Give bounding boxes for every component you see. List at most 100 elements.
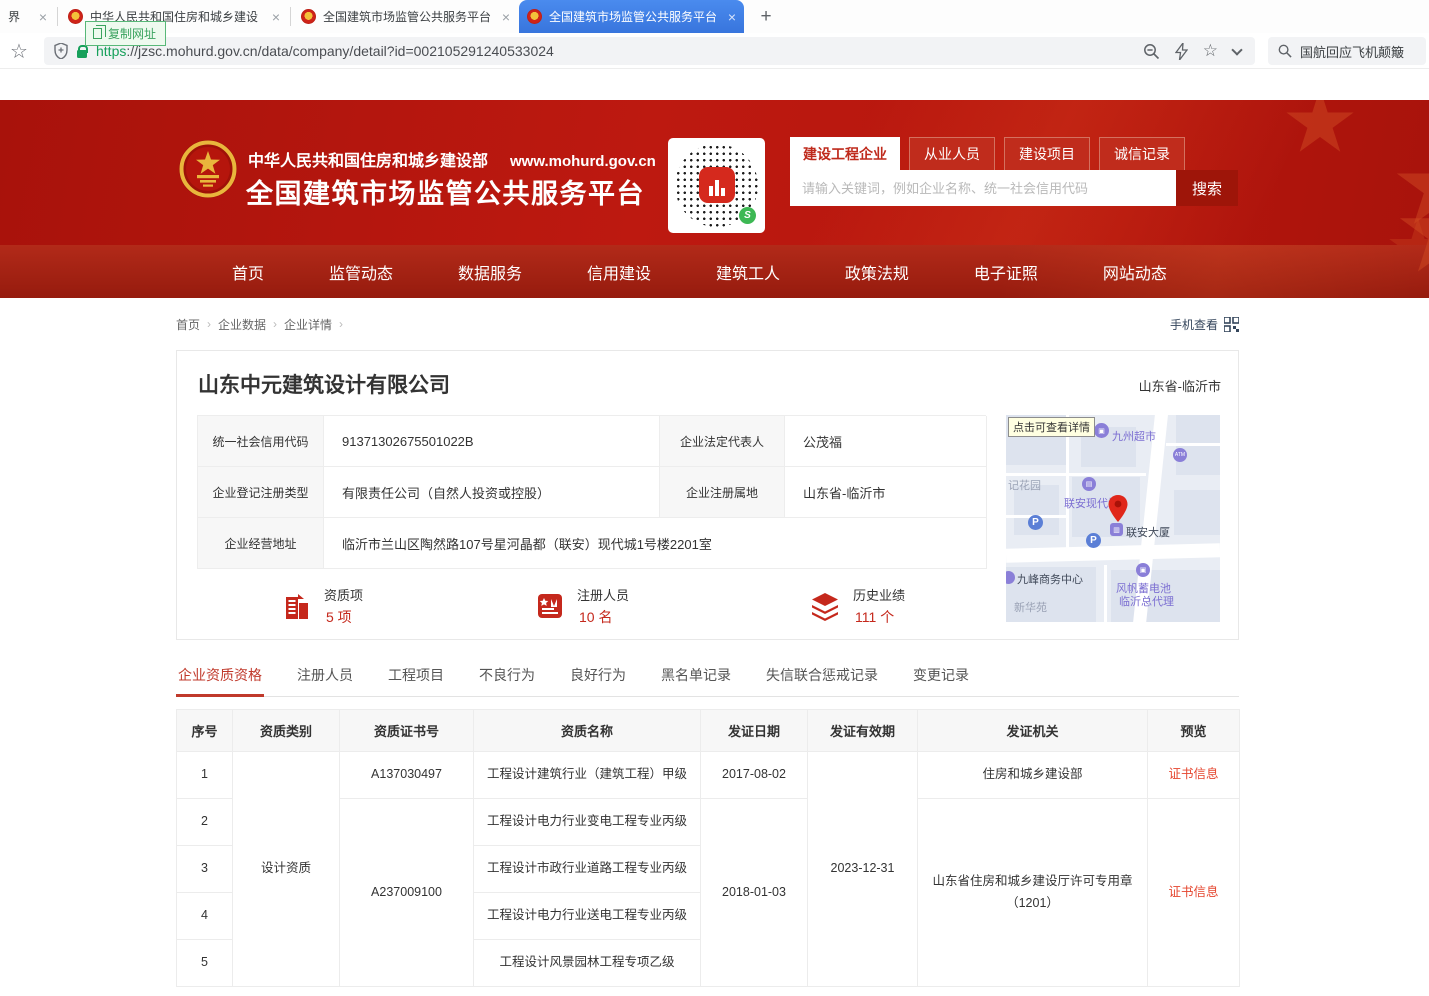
col-header-no: 序号 <box>177 710 233 752</box>
new-tab-button[interactable]: + <box>752 4 780 30</box>
tab-change-records[interactable]: 变更记录 <box>911 663 971 696</box>
address-value: 临沂市兰山区陶然路107号星河晶都（联安）现代城1号楼2201室 <box>324 518 987 569</box>
close-icon[interactable]: × <box>272 9 280 25</box>
legal-rep-label: 企业法定代表人 <box>660 416 785 467</box>
tab-projects[interactable]: 工程项目 <box>386 663 446 696</box>
stat-history-performance[interactable]: 历史业绩111 个 <box>809 579 905 633</box>
qr-code: S <box>668 138 765 233</box>
lock-icon <box>77 50 87 58</box>
map-marker-icon: ▤ <box>1082 477 1096 491</box>
mobile-view-button[interactable]: 手机查看 <box>1170 316 1239 333</box>
browser-tab-partial[interactable]: 界 × <box>0 0 55 33</box>
tab-title: 界 <box>8 8 20 25</box>
quick-search-box[interactable]: 国航回应飞机颠簸 <box>1268 37 1426 65</box>
table-row: 1 设计资质 A137030497 工程设计建筑行业（建筑工程）甲级 2017-… <box>177 752 1240 799</box>
close-icon[interactable]: × <box>728 9 736 25</box>
ministry-line: 中华人民共和国住房和城乡建设部 www.mohurd.gov.cn <box>248 147 656 171</box>
stat-registered-personnel[interactable]: 注册人员10 名 <box>535 579 629 633</box>
nav-item-supervision[interactable]: 监管动态 <box>329 260 393 284</box>
map-marker-parking-icon: P <box>1086 533 1101 548</box>
map-road <box>1104 565 1107 622</box>
nav-item-e-license[interactable]: 电子证照 <box>974 260 1038 284</box>
tab-good-behavior[interactable]: 良好行为 <box>568 663 628 696</box>
cell-qual-name: 工程设计电力行业变电工程专业丙级 <box>474 799 701 846</box>
cell-authority: 住房和城乡建设部 <box>918 752 1148 799</box>
map-label-supermarket: 九州超市 <box>1112 428 1156 444</box>
breadcrumb-company-detail: 企业详情 <box>284 316 332 333</box>
search-tab-enterprise[interactable]: 建设工程企业 <box>790 137 900 170</box>
browser-tab-jzsc[interactable]: 全国建筑市场监管公共服务平台 × <box>293 0 518 33</box>
stat-value: 5 项 <box>324 607 363 627</box>
breadcrumb-home[interactable]: 首页 <box>176 316 200 333</box>
col-header-authority: 发证机关 <box>918 710 1148 752</box>
company-info-table: 统一社会信用代码 91371302675501022B 企业法定代表人 公茂福 … <box>197 415 986 569</box>
cell-no: 5 <box>177 940 233 987</box>
search-tab-personnel[interactable]: 从业人员 <box>909 137 995 170</box>
favorite-star-icon[interactable]: ☆ <box>1203 41 1218 61</box>
breadcrumb-separator: › <box>207 317 211 331</box>
tab-divider <box>290 7 291 26</box>
tab-dishonesty-records[interactable]: 失信联合惩戒记录 <box>764 663 880 696</box>
map-pin-icon <box>1108 495 1128 522</box>
certificate-info-link[interactable]: 证书信息 <box>1168 885 1218 899</box>
tab-bad-behavior[interactable]: 不良行为 <box>477 663 537 696</box>
cell-no: 2 <box>177 799 233 846</box>
reg-type-value: 有限责任公司（自然人投资或控股） <box>324 467 660 518</box>
cell-issue-date: 2018-01-03 <box>701 799 808 987</box>
cell-cert-no: A237009100 <box>340 799 474 987</box>
browser-tab-active[interactable]: 全国建筑市场监管公共服务平台 × <box>519 0 744 33</box>
tab-qualifications[interactable]: 企业资质资格 <box>176 663 264 697</box>
search-tab-credit[interactable]: 诚信记录 <box>1099 137 1185 170</box>
qr-code-icon <box>1224 317 1239 332</box>
reg-type-label: 企业登记注册类型 <box>198 467 324 518</box>
credit-code-label: 统一社会信用代码 <box>198 416 324 467</box>
map-tooltip: 点击可查看详情 <box>1008 417 1095 437</box>
certificate-info-link[interactable]: 证书信息 <box>1168 767 1218 781</box>
browser-tab-bar: 界 × 中华人民共和国住房和城乡建设 × 全国建筑市场监管公共服务平台 × 全国… <box>0 0 1429 33</box>
quick-search-text: 国航回应飞机颠簸 <box>1300 42 1404 61</box>
roster-book-icon <box>535 591 565 621</box>
reg-region-label: 企业注册属地 <box>660 467 785 518</box>
lightning-icon[interactable] <box>1175 43 1188 60</box>
legal-rep-value: 公茂福 <box>785 416 987 467</box>
credit-code-value: 91371302675501022B <box>324 416 660 467</box>
ministry-site-url: www.mohurd.gov.cn <box>510 153 656 170</box>
stat-qualifications[interactable]: 资质项5 项 <box>282 579 363 633</box>
nav-item-home[interactable]: 首页 <box>232 260 264 284</box>
map-road <box>1166 443 1220 446</box>
map-label-battery-2: 临沂总代理 <box>1119 593 1174 609</box>
col-header-validity: 发证有效期 <box>808 710 918 752</box>
close-icon[interactable]: × <box>502 9 510 25</box>
cell-qual-name: 工程设计市政行业道路工程专业丙级 <box>474 846 701 893</box>
mobile-view-label: 手机查看 <box>1170 316 1218 333</box>
col-header-preview: 预览 <box>1148 710 1240 752</box>
keyword-search-input[interactable] <box>790 170 1176 206</box>
search-tab-project[interactable]: 建设项目 <box>1004 137 1090 170</box>
qualification-table: 序号 资质类别 资质证书号 资质名称 发证日期 发证有效期 发证机关 预览 1 … <box>176 709 1240 987</box>
tab-registered-personnel[interactable]: 注册人员 <box>295 663 355 696</box>
company-name: 山东中元建筑设计有限公司 <box>198 369 450 399</box>
nav-item-credit[interactable]: 信用建设 <box>587 260 651 284</box>
shield-icon[interactable] <box>54 43 68 59</box>
location-map[interactable]: 点击可查看详情 ▣ 九州超市 ATM 记花园 ▤ 联安现代城 P P ▥ 联安大… <box>1006 415 1220 622</box>
tab-blacklist[interactable]: 黑名单记录 <box>659 663 733 696</box>
close-icon[interactable]: × <box>39 9 47 25</box>
breadcrumb-company-data[interactable]: 企业数据 <box>218 316 266 333</box>
nav-item-workers[interactable]: 建筑工人 <box>716 260 780 284</box>
nav-item-policy[interactable]: 政策法规 <box>845 260 909 284</box>
company-card: 山东中元建筑设计有限公司 山东省-临沂市 统一社会信用代码 9137130267… <box>176 350 1239 640</box>
zoom-out-icon[interactable] <box>1143 43 1160 60</box>
map-label-garden: 记花园 <box>1008 477 1041 493</box>
map-label-xinhua: 新华苑 <box>1014 599 1047 615</box>
search-button[interactable]: 搜索 <box>1176 170 1238 206</box>
bookmark-star-icon[interactable]: ☆ <box>10 39 28 64</box>
col-header-cert-no: 资质证书号 <box>340 710 474 752</box>
chevron-down-icon[interactable] <box>1231 44 1242 55</box>
ministry-name: 中华人民共和国住房和城乡建设部 <box>248 147 488 171</box>
tab-divider <box>57 7 58 26</box>
url-field[interactable]: https://jzsc.mohurd.gov.cn/data/company/… <box>44 37 1255 65</box>
browser-address-bar: ☆ https://jzsc.mohurd.gov.cn/data/compan… <box>0 33 1429 69</box>
nav-item-site-news[interactable]: 网站动态 <box>1103 260 1167 284</box>
nav-item-data-service[interactable]: 数据服务 <box>458 260 522 284</box>
breadcrumb: 首页 › 企业数据 › 企业详情 › 手机查看 <box>176 314 1239 334</box>
